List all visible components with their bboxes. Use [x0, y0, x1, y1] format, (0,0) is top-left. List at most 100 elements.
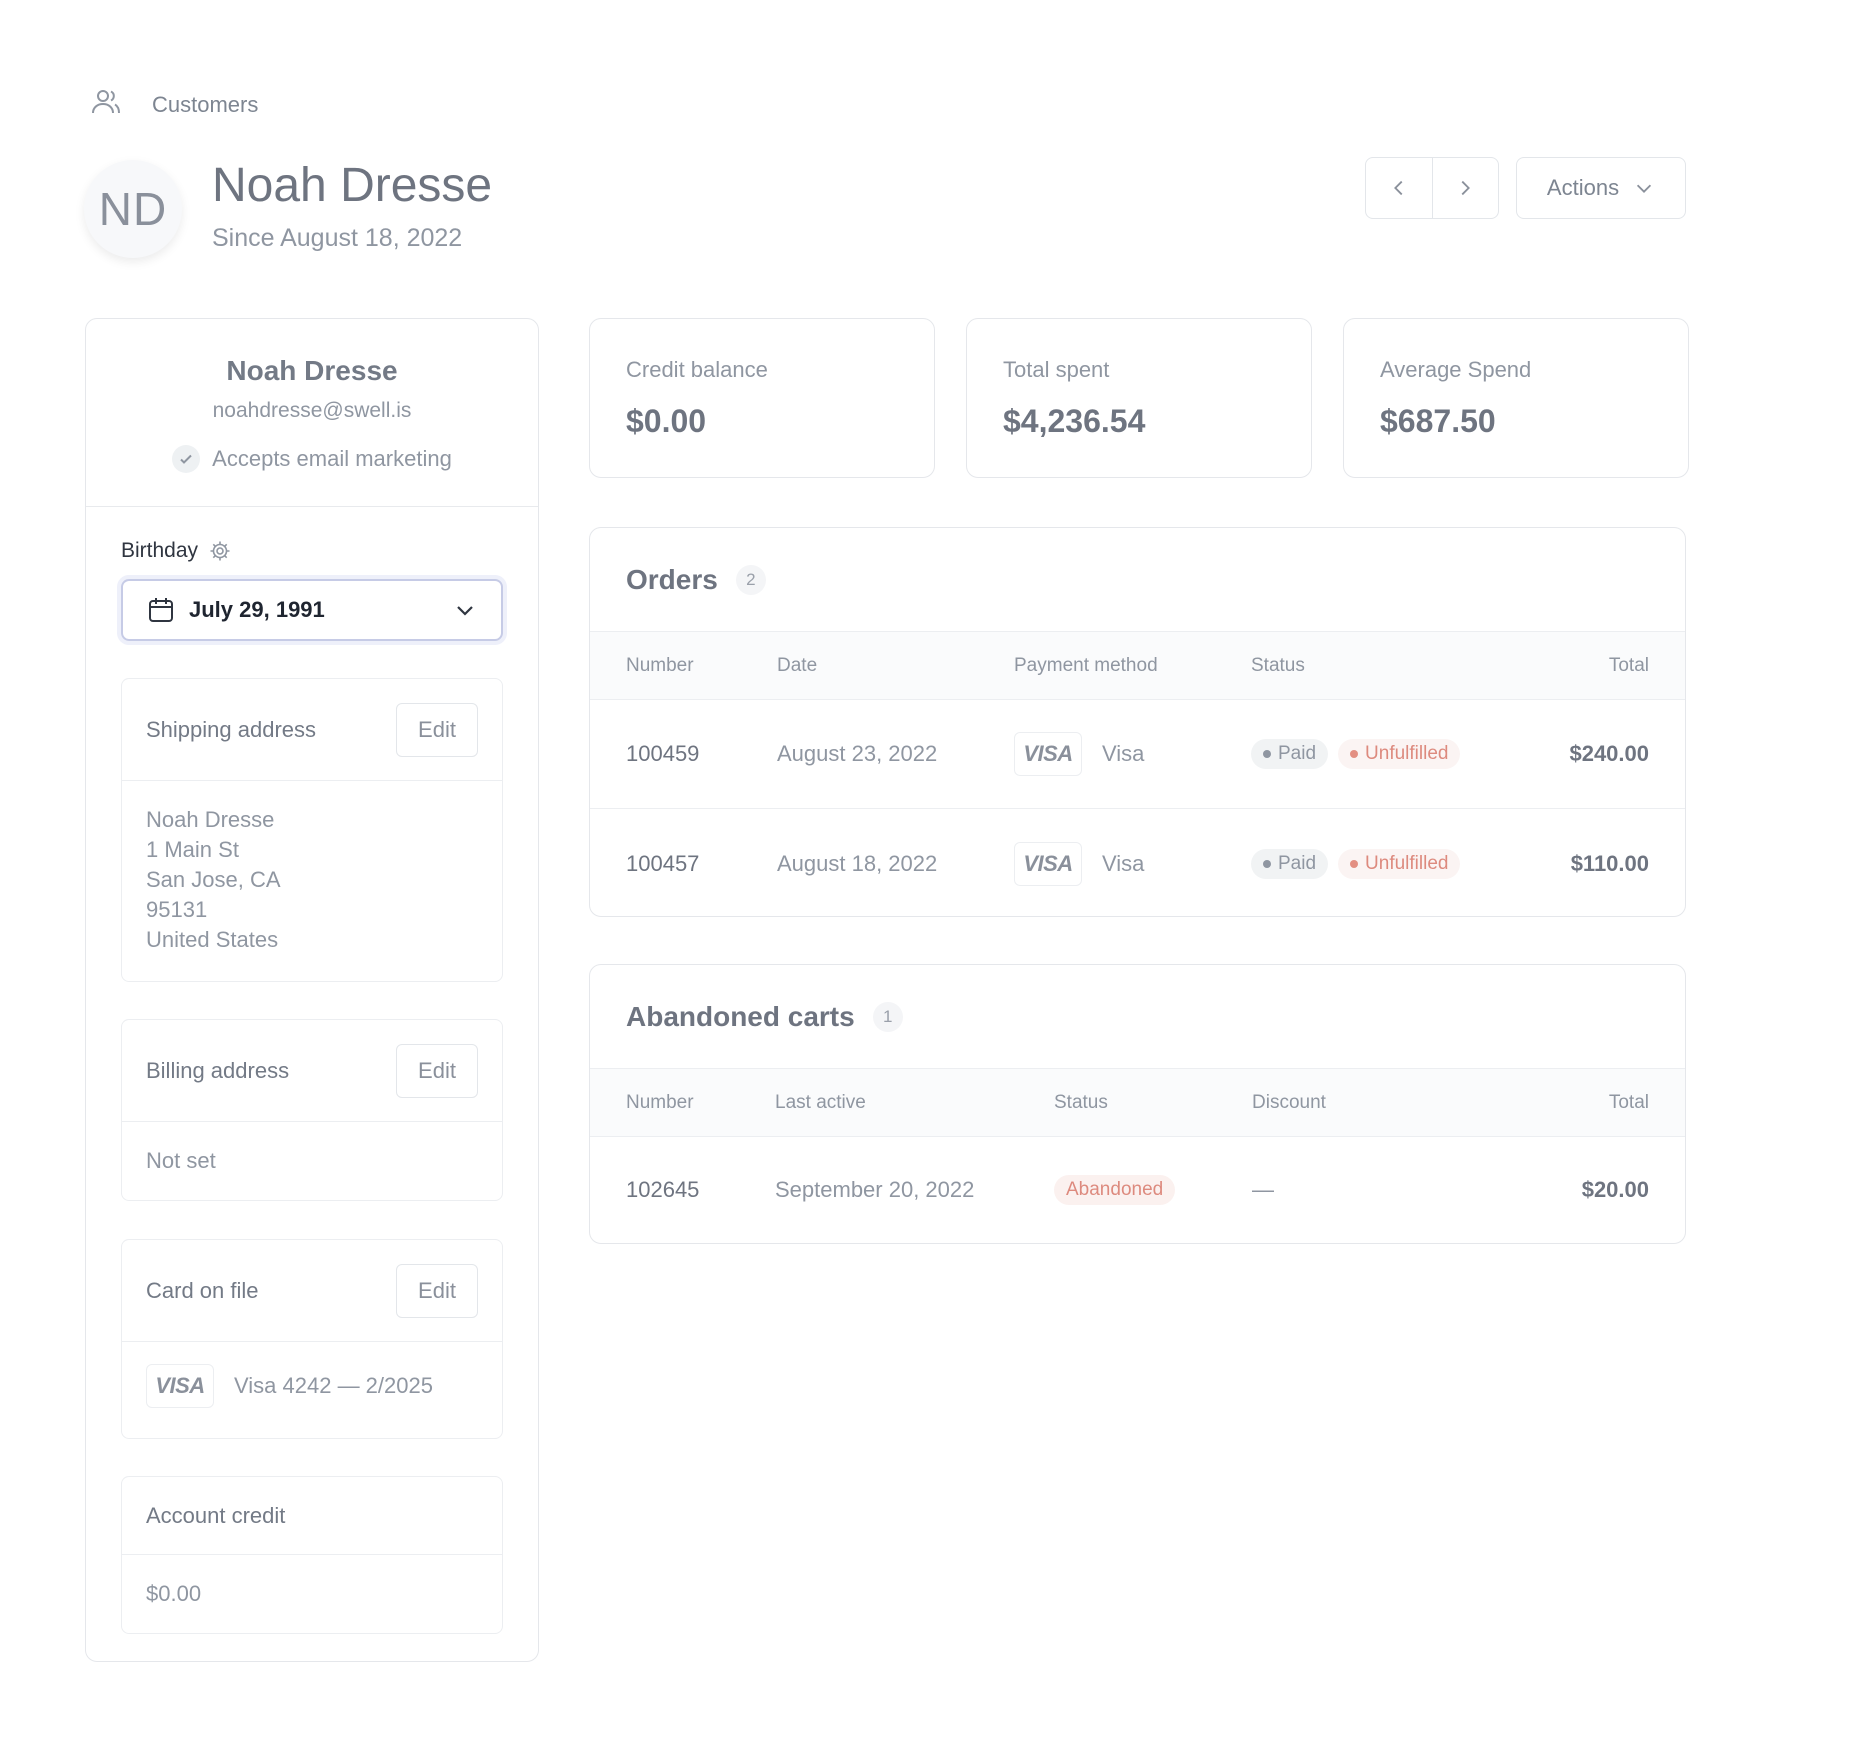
abandoned-carts-count-badge: 1	[872, 1001, 903, 1032]
order-status: Paid Unfulfilled	[1251, 739, 1461, 769]
column-header-discount[interactable]: Discount	[1252, 1092, 1326, 1114]
shipping-address-body: Noah Dresse 1 Main St San Jose, CA 95131…	[122, 781, 502, 979]
next-button[interactable]	[1431, 158, 1499, 218]
stat-label: Credit balance	[626, 357, 768, 382]
profile-email: noahdresse@swell.is	[212, 399, 412, 422]
account-credit-card: Account credit $0.00	[121, 1476, 503, 1634]
shipping-address-header: Shipping address Edit	[122, 679, 502, 781]
birthday-date-picker[interactable]: July 29, 1991	[121, 579, 503, 641]
order-date: August 23, 2022	[777, 741, 938, 766]
chevron-right-icon	[1461, 180, 1471, 196]
status-dot-icon	[1350, 750, 1359, 758]
order-status: Paid Unfulfilled	[1251, 848, 1461, 879]
shipping-line: 95131	[146, 897, 208, 922]
customer-since: Since August 18, 2022	[212, 224, 463, 252]
visa-logo-icon: VISA	[1014, 841, 1082, 886]
account-credit-value: $0.00	[146, 1581, 202, 1606]
shipping-line: Noah Dresse	[146, 807, 275, 832]
status-dot-icon	[1263, 750, 1271, 758]
chevron-down-icon	[1637, 184, 1652, 193]
column-header-status[interactable]: Status	[1251, 655, 1305, 677]
shipping-address-title: Shipping address	[146, 716, 317, 742]
billing-value: Not set	[146, 1148, 216, 1173]
abandoned-carts-table: Abandoned carts 1 Number Last active Sta…	[589, 964, 1686, 1244]
column-header-last-active[interactable]: Last active	[775, 1092, 866, 1114]
table-row[interactable]: 102645 September 20, 2022 Abandoned — $2…	[590, 1137, 1685, 1243]
page-title: Noah Dresse	[212, 159, 493, 212]
stat-value: $0.00	[626, 403, 707, 439]
breadcrumb-customers-link[interactable]: Customers	[152, 92, 258, 118]
profile-name: Noah Dresse	[226, 355, 398, 386]
order-total: $110.00	[1570, 850, 1649, 876]
billing-address-card: Billing address Edit Not set	[121, 1019, 503, 1201]
card-on-file-header: Card on file Edit	[122, 1240, 502, 1342]
shipping-line: United States	[146, 927, 279, 952]
chevron-down-icon	[457, 606, 473, 616]
gear-icon[interactable]	[208, 539, 232, 563]
shipping-line: 1 Main St	[146, 837, 239, 862]
orders-table: Orders 2 Number Date Payment method Stat…	[589, 527, 1686, 917]
account-credit-header: Account credit	[122, 1477, 502, 1555]
status-badge-abandoned: Abandoned	[1054, 1175, 1176, 1205]
order-number[interactable]: 100457	[626, 851, 699, 877]
orders-title: Orders	[626, 563, 718, 595]
payment-method-label: Visa	[1102, 741, 1145, 766]
stat-label: Total spent	[1003, 357, 1110, 382]
order-number[interactable]: 100459	[626, 741, 699, 767]
birthday-value: July 29, 1991	[189, 597, 325, 622]
shipping-address-card: Shipping address Edit Noah Dresse 1 Main…	[121, 678, 503, 982]
card-edit-button[interactable]: Edit	[396, 1263, 478, 1318]
cart-discount: —	[1252, 1177, 1274, 1202]
cart-number[interactable]: 102645	[626, 1177, 699, 1203]
email-marketing-status: Accepts email marketing	[86, 445, 538, 473]
actions-label: Actions	[1546, 175, 1620, 200]
order-payment-method: VISA Visa	[1014, 841, 1144, 886]
status-badge-label: Paid	[1278, 852, 1317, 874]
table-row[interactable]: 100457 August 18, 2022 VISA Visa Paid Un…	[590, 809, 1685, 916]
column-header-status[interactable]: Status	[1054, 1092, 1108, 1114]
actions-button[interactable]: Actions	[1516, 157, 1686, 219]
billing-address-header: Billing address Edit	[122, 1020, 502, 1122]
orders-count-badge: 2	[735, 564, 766, 595]
stat-average-spend: Average Spend $687.50	[1343, 318, 1689, 478]
column-header-total[interactable]: Total	[1609, 655, 1649, 677]
column-header-date[interactable]: Date	[777, 655, 817, 677]
customer-profile-panel: Noah Dresse noahdresse@swell.is Accepts …	[85, 318, 539, 1662]
status-badge-label: Unfulfilled	[1365, 743, 1449, 764]
cart-status: Abandoned	[1054, 1175, 1176, 1205]
record-navigation	[1365, 157, 1499, 219]
stat-credit-balance: Credit balance $0.00	[589, 318, 935, 478]
breadcrumb[interactable]: Customers	[90, 90, 258, 120]
shipping-line: San Jose, CA	[146, 867, 281, 892]
abandoned-carts-header: Abandoned carts 1	[590, 965, 1685, 1069]
shipping-edit-button[interactable]: Edit	[396, 702, 478, 757]
billing-edit-button[interactable]: Edit	[396, 1043, 478, 1098]
visa-logo-icon: VISA	[146, 1364, 214, 1408]
abandoned-carts-title: Abandoned carts	[626, 1000, 855, 1032]
cart-last-active: September 20, 2022	[775, 1177, 975, 1202]
stat-value: $4,236.54	[1003, 403, 1146, 439]
order-date: August 18, 2022	[777, 850, 938, 876]
status-badge-label: Paid	[1278, 743, 1317, 764]
billing-address-body: Not set	[122, 1122, 502, 1200]
carts-column-headers: Number Last active Status Discount Total	[590, 1069, 1685, 1137]
column-header-number[interactable]: Number	[626, 1092, 694, 1114]
users-icon	[90, 86, 122, 124]
status-dot-icon	[1350, 859, 1359, 868]
column-header-payment-method[interactable]: Payment method	[1014, 655, 1158, 677]
stat-value: $687.50	[1380, 403, 1496, 439]
visa-logo-icon: VISA	[1014, 732, 1082, 776]
account-credit-title: Account credit	[146, 1502, 286, 1528]
card-on-file-card: Card on file Edit VISA Visa 4242 — 2/202…	[121, 1239, 503, 1439]
billing-address-title: Billing address	[146, 1057, 290, 1083]
column-header-number[interactable]: Number	[626, 655, 694, 677]
status-badge-unfulfilled: Unfulfilled	[1338, 739, 1461, 769]
status-badge-unfulfilled: Unfulfilled	[1338, 848, 1461, 879]
chevron-left-icon	[1393, 180, 1403, 196]
status-dot-icon	[1263, 859, 1271, 868]
previous-button[interactable]	[1366, 158, 1432, 218]
check-icon	[172, 445, 201, 473]
birthday-label-text: Birthday	[121, 539, 199, 562]
table-row[interactable]: 100459 August 23, 2022 VISA Visa Paid Un…	[590, 700, 1685, 809]
column-header-total[interactable]: Total	[1609, 1092, 1649, 1114]
